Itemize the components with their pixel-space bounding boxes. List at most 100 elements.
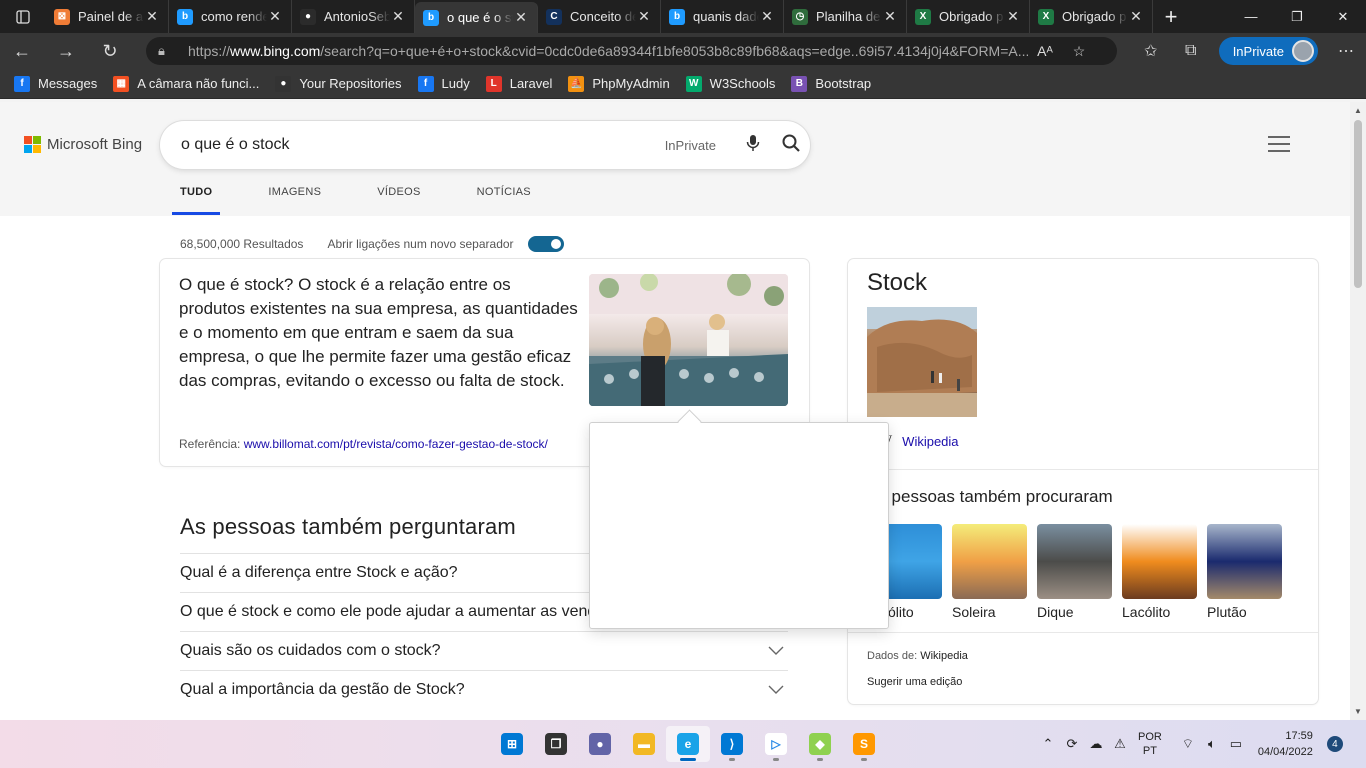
favorite-item[interactable]: ● Your Repositories xyxy=(275,75,402,92)
menu-icon[interactable] xyxy=(1268,136,1290,157)
address-bar[interactable]: 🔒︎ https://www.bing.com/search?q=o+que+é… xyxy=(146,37,1117,65)
close-tab-icon[interactable]: ✕ xyxy=(882,8,898,25)
scope-tab[interactable]: VÍDEOS xyxy=(369,186,428,215)
scrollbar-thumb[interactable] xyxy=(1354,120,1362,288)
scope-tab[interactable]: IMAGENS xyxy=(260,186,329,215)
favorite-item[interactable]: f Messages xyxy=(14,75,97,92)
inprivate-badge[interactable]: InPrivate xyxy=(1218,37,1318,65)
paa-question[interactable]: Quais são os cuidados com o stock? xyxy=(180,631,788,670)
paa-question[interactable]: Qual a importância da gestão de Stock? xyxy=(180,670,788,709)
related-entity[interactable]: Soleira xyxy=(952,524,1027,620)
close-tab-icon[interactable]: ✕ xyxy=(513,9,529,26)
taskbar-app[interactable]: ◆ xyxy=(798,726,842,762)
answer-text: O que é stock? O stock é a relação entre… xyxy=(179,275,578,390)
favorites-icon[interactable]: ✩ xyxy=(1131,41,1171,61)
taskbar-app[interactable]: ⟩ xyxy=(710,726,754,762)
favorite-item[interactable]: ▦ A câmara não funci... xyxy=(113,75,259,92)
language-indicator[interactable]: POR PT xyxy=(1138,730,1162,758)
taskbar-app[interactable]: ▬ xyxy=(622,726,666,762)
wikipedia-link[interactable]: W Wikipedia xyxy=(878,433,959,450)
paa-question-text: Qual a importância da gestão de Stock? xyxy=(180,681,465,698)
new-tab-toggle[interactable] xyxy=(527,236,564,252)
search-input[interactable]: o que é o stock xyxy=(181,136,665,154)
read-aloud-icon[interactable]: A͏ᴬ xyxy=(1028,43,1062,59)
page-scrollbar[interactable]: ▲ ▼ xyxy=(1350,102,1366,720)
browser-tab[interactable]: ⊠ Painel de ad ✕ xyxy=(46,0,169,33)
laravel-icon: L xyxy=(485,75,502,92)
knowledge-image[interactable] xyxy=(867,307,977,417)
scroll-down-icon[interactable]: ▼ xyxy=(1350,707,1366,716)
add-favorite-icon[interactable]: ☆ xyxy=(1062,43,1096,60)
refresh-button[interactable]: ↻ xyxy=(88,33,132,69)
browser-tab[interactable]: b o que é o st ✕ xyxy=(415,2,538,33)
notification-badge[interactable]: 4 xyxy=(1326,736,1343,752)
edge-icon: e xyxy=(677,733,699,755)
avatar xyxy=(1292,40,1314,62)
close-tab-icon[interactable]: ✕ xyxy=(1128,8,1144,25)
taskbar-app[interactable]: S xyxy=(842,726,886,762)
scroll-up-icon[interactable]: ▲ xyxy=(1350,106,1366,115)
show-hidden-icons-chevron-icon[interactable]: ⌃ xyxy=(1036,736,1060,752)
running-indicator xyxy=(680,758,696,761)
browser-tab[interactable]: b como render ✕ xyxy=(169,0,292,33)
clock[interactable]: 17:59 04/04/2022 xyxy=(1258,728,1313,760)
search-box[interactable]: o que é o stock InPrivate xyxy=(160,121,810,169)
favorite-label: Your Repositories xyxy=(299,76,402,91)
answer-image[interactable] xyxy=(589,274,788,406)
related-entity[interactable]: Dique xyxy=(1037,524,1112,620)
browser-tab[interactable]: X Obrigado p ✕ xyxy=(1030,0,1153,33)
browser-toolbar: ← → ↻ 🔒︎ https://www.bing.com/search?q=o… xyxy=(0,33,1366,69)
microsoft-logo-icon xyxy=(24,136,41,153)
forward-button[interactable]: → xyxy=(44,33,88,69)
related-entity[interactable]: Plutão xyxy=(1207,524,1282,620)
browser-tab[interactable]: ● AntonioSeba ✕ xyxy=(292,0,415,33)
close-tab-icon[interactable]: ✕ xyxy=(267,8,283,25)
browser-tab[interactable]: C Conceito de ✕ xyxy=(538,0,661,33)
favorite-item[interactable]: ⛵ PhpMyAdmin xyxy=(568,75,670,92)
close-tab-icon[interactable]: ✕ xyxy=(759,8,775,25)
collections-icon[interactable]: ⧉ xyxy=(1171,42,1211,60)
scope-tab[interactable]: TUDO xyxy=(172,186,221,215)
close-tab-icon[interactable]: ✕ xyxy=(144,8,160,25)
suggest-edit-link[interactable]: Sugerir uma edição xyxy=(867,676,962,688)
tab-actions-button[interactable] xyxy=(0,0,46,33)
browser-tab[interactable]: b quanis dado ✕ xyxy=(661,0,784,33)
back-button[interactable]: ← xyxy=(0,33,44,69)
battery-icon[interactable]: ▭ xyxy=(1224,736,1248,752)
browser-tab[interactable]: X Obrigado p ✕ xyxy=(907,0,1030,33)
tab-title: Conceito de xyxy=(570,9,636,24)
sync-icon[interactable]: ⟳ xyxy=(1060,736,1084,752)
gitkraken-icon: ◆ xyxy=(809,733,831,755)
new-tab-button[interactable]: + xyxy=(1153,4,1189,30)
taskbar-app[interactable]: ● xyxy=(578,726,622,762)
restore-button[interactable]: ❐ xyxy=(1274,0,1320,33)
minimize-button[interactable]: — xyxy=(1228,0,1274,33)
security-alert-icon[interactable]: ⚠ xyxy=(1108,736,1132,752)
favorite-item[interactable]: W W3Schools xyxy=(685,75,775,92)
wifi-icon[interactable]: ⌔ xyxy=(1176,736,1200,752)
microphone-icon[interactable] xyxy=(734,134,772,157)
close-tab-icon[interactable]: ✕ xyxy=(390,8,406,25)
scope-tab[interactable]: NOTÍCIAS xyxy=(469,186,539,215)
favorite-item[interactable]: B Bootstrap xyxy=(791,75,871,92)
browser-tab[interactable]: ◷ Planilha de ✕ xyxy=(784,0,907,33)
favorite-item[interactable]: f Ludy xyxy=(417,75,470,92)
taskbar-app[interactable]: ⊞ xyxy=(490,726,534,762)
web-page: Microsoft Bing o que é o stock InPrivate… xyxy=(0,102,1350,720)
more-menu-icon[interactable]: ⋯ xyxy=(1326,41,1366,61)
taskbar-app[interactable]: ❐ xyxy=(534,726,578,762)
search-icon[interactable] xyxy=(772,134,810,157)
close-tab-icon[interactable]: ✕ xyxy=(636,8,652,25)
knowledge-title: Stock xyxy=(867,269,928,296)
close-window-button[interactable]: ✕ xyxy=(1320,0,1366,33)
volume-icon[interactable]: 🔈︎ xyxy=(1200,736,1224,752)
reference-link[interactable]: www.billomat.com/pt/revista/como-fazer-g… xyxy=(244,437,548,451)
favorite-item[interactable]: L Laravel xyxy=(485,75,552,92)
bing-logo[interactable]: Microsoft Bing xyxy=(24,136,142,153)
data-from-link[interactable]: Wikipedia xyxy=(920,650,968,662)
related-entity[interactable]: Lacólito xyxy=(1122,524,1197,620)
cloud-offline-icon[interactable]: ☁ xyxy=(1084,736,1108,752)
close-tab-icon[interactable]: ✕ xyxy=(1005,8,1021,25)
taskbar-app[interactable]: e xyxy=(666,726,710,762)
taskbar-app[interactable]: ▷ xyxy=(754,726,798,762)
